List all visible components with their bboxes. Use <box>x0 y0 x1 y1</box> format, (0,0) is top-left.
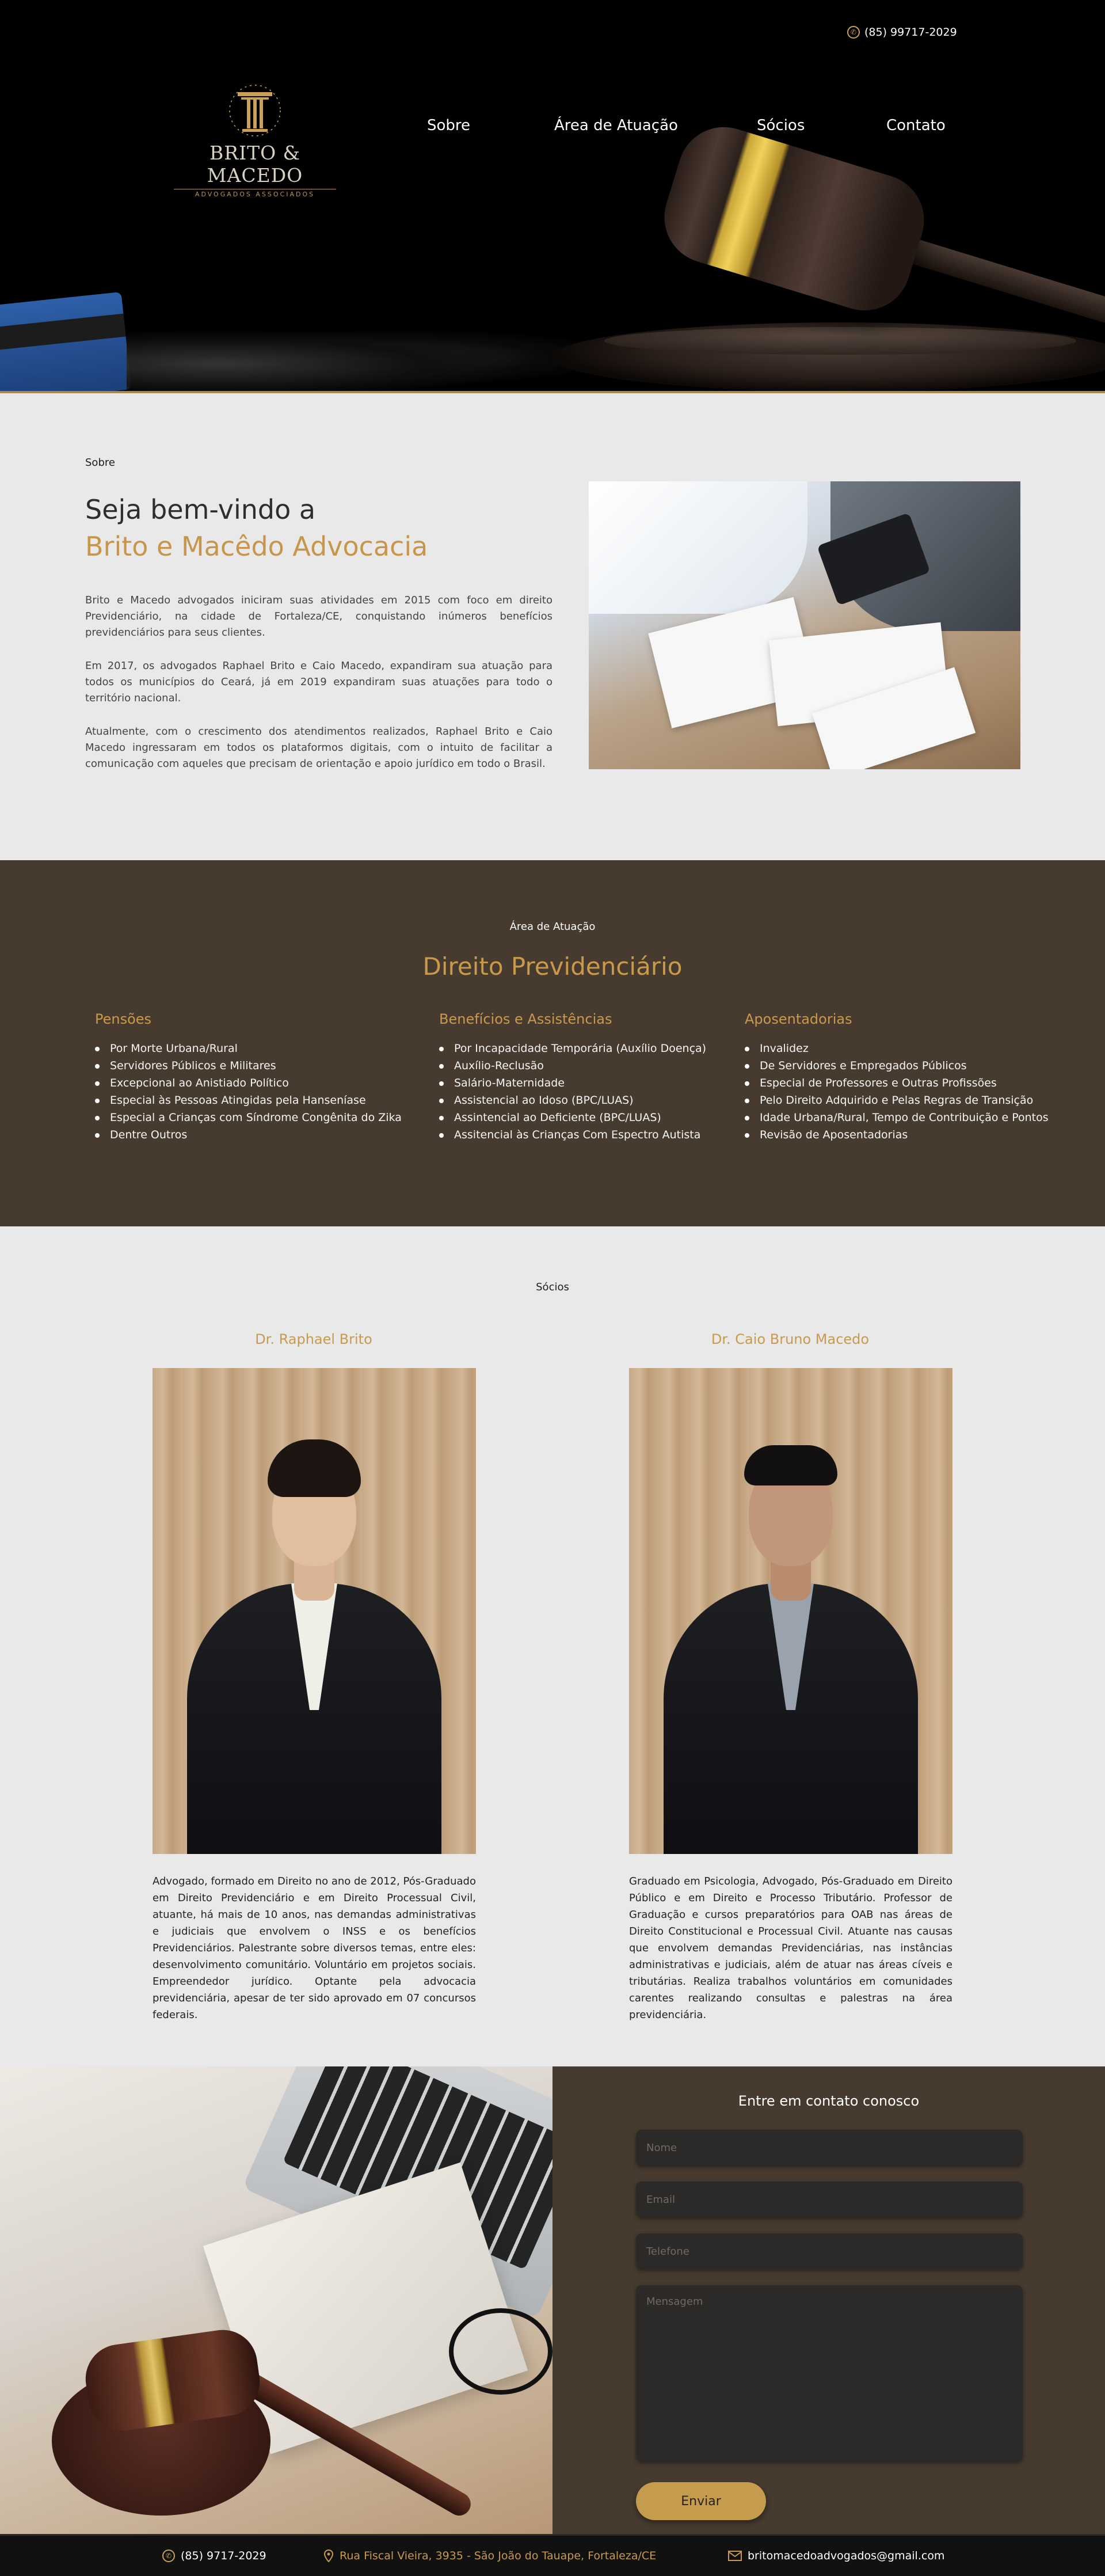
area-column-pensoes: Pensões Por Morte Urbana/Rural Servidore… <box>95 1011 402 1143</box>
footer-email[interactable]: britomacedoadvogados@gmail.com <box>728 2550 944 2562</box>
hero-header: ✆ (85) 99717-2029 BRITO & MACEDO ADVOGAD… <box>0 0 1105 393</box>
area-column-title: Pensões <box>95 1011 152 1027</box>
footer-phone[interactable]: ✆ (85) 9717-2029 <box>162 2550 266 2562</box>
about-title: Seja bem-vindo a Brito e Macêdo Advocaci… <box>85 491 428 565</box>
footer-address[interactable]: Rua Fiscal Vieira, 3935 - São João do Ta… <box>323 2550 656 2562</box>
list-item: Servidores Públicos e Militares <box>95 1057 402 1074</box>
email-input[interactable] <box>636 2182 1023 2217</box>
about-title-line1: Seja bem-vindo a <box>85 494 316 525</box>
nav-sobre[interactable]: Sobre <box>427 117 470 134</box>
list-item: Por Morte Urbana/Rural <box>95 1040 402 1057</box>
about-section: Sobre Seja bem-vindo a Brito e Macêdo Ad… <box>0 393 1105 860</box>
footer-address-text: Rua Fiscal Vieira, 3935 - São João do Ta… <box>340 2550 657 2562</box>
contact-form: Entre em contato conosco Enviar <box>552 2066 1105 2534</box>
map-pin-icon <box>323 2550 334 2562</box>
list-item: Por Incapacidade Temporária (Auxílio Doe… <box>439 1040 706 1057</box>
phone-icon: ✆ <box>162 2550 175 2562</box>
list-item: De Servidores e Empregados Públicos <box>745 1057 1049 1074</box>
desk-gavel-photo <box>0 2066 552 2534</box>
gavel-image <box>653 115 936 322</box>
footer-email-text: britomacedoadvogados@gmail.com <box>748 2550 945 2562</box>
list-item: Especial a Crianças com Síndrome Congêni… <box>95 1109 402 1126</box>
about-title-line2: Brito e Macêdo Advocacia <box>85 531 428 562</box>
contact-section: Entre em contato conosco Enviar <box>0 2066 1105 2534</box>
about-paragraph: Brito e Macedo advogados iniciram suas a… <box>85 594 552 639</box>
message-textarea[interactable] <box>636 2285 1023 2461</box>
areas-title: Direito Previdenciário <box>422 952 683 981</box>
nav-contato[interactable]: Contato <box>886 117 946 134</box>
meeting-photo <box>589 481 1020 769</box>
area-column-aposentadorias: Aposentadorias Invalidez De Servidores e… <box>745 1011 1049 1143</box>
list-item: Salário-Maternidade <box>439 1074 706 1092</box>
partner-name-caio: Dr. Caio Bruno Macedo <box>711 1331 870 1347</box>
list-item: Especial de Professores e Outras Profiss… <box>745 1074 1049 1092</box>
name-input[interactable] <box>636 2130 1023 2165</box>
partner-bio-raphael: Advogado, formado em Direito no ano de 2… <box>153 1875 476 2021</box>
list-item: Dentre Outros <box>95 1126 402 1143</box>
header-phone-number: (85) 99717-2029 <box>864 26 957 39</box>
phone-input[interactable] <box>636 2233 1023 2269</box>
phone-icon: ✆ <box>847 26 860 39</box>
portrait-caio <box>629 1368 952 1854</box>
send-button[interactable]: Enviar <box>636 2482 766 2520</box>
list-item: Auxílio-Reclusão <box>439 1057 706 1074</box>
about-paragraph: Atualmente, com o crescimento dos atendi… <box>85 725 552 770</box>
blue-book-image <box>0 291 132 391</box>
nav-area-de-atuacao[interactable]: Área de Atuação <box>554 117 678 134</box>
area-column-beneficios: Benefícios e Assistências Por Incapacida… <box>439 1011 706 1143</box>
header-phone[interactable]: ✆ (85) 99717-2029 <box>847 26 957 39</box>
partners-section: Sócios Dr. Raphael Brito Advogado, forma… <box>0 1226 1105 2066</box>
about-eyebrow: Sobre <box>85 457 115 469</box>
main-nav: Sobre Área de Atuação Sócios Contato <box>0 117 1105 138</box>
area-column-title: Aposentadorias <box>745 1011 852 1027</box>
brand-subtitle: ADVOGADOS ASSOCIADOS <box>195 191 315 198</box>
areas-eyebrow: Área de Atuação <box>509 921 596 933</box>
gavel-base-image <box>552 322 1105 391</box>
list-item: Pelo Direito Adquirido e Pelas Regras de… <box>745 1092 1049 1109</box>
list-item: Assintencial ao Deficiente (BPC/LUAS) <box>439 1109 706 1126</box>
list-item: Assitencial às Crianças Com Espectro Aut… <box>439 1126 706 1143</box>
contact-title: Entre em contato conosco <box>738 2093 920 2109</box>
list-item: Revisão de Aposentadorias <box>745 1126 1049 1143</box>
nav-socios[interactable]: Sócios <box>757 117 805 134</box>
list-item: Especial às Pessoas Atingidas pela Hanse… <box>95 1092 402 1109</box>
practice-areas-section: Área de Atuação Direito Previdenciário P… <box>0 860 1105 1226</box>
list-item: Idade Urbana/Rural, Tempo de Contribuiçã… <box>745 1109 1049 1126</box>
partner-bio-caio: Graduado em Psicologia, Advogado, Pós-Gr… <box>629 1875 952 2021</box>
brand-name: BRITO & MACEDO <box>207 142 303 187</box>
list-item: Invalidez <box>745 1040 1049 1057</box>
footer: ✆ (85) 9717-2029 Rua Fiscal Vieira, 3935… <box>0 2534 1105 2576</box>
envelope-icon <box>728 2551 742 2561</box>
about-paragraph: Em 2017, os advogados Raphael Brito e Ca… <box>85 660 552 704</box>
footer-phone-number: (85) 9717-2029 <box>181 2550 266 2562</box>
area-column-title: Benefícios e Assistências <box>439 1011 612 1027</box>
partners-eyebrow: Sócios <box>536 1281 569 1293</box>
portrait-raphael <box>153 1368 476 1854</box>
partner-name-raphael: Dr. Raphael Brito <box>255 1331 372 1347</box>
list-item: Assistencial ao Idoso (BPC/LUAS) <box>439 1092 706 1109</box>
list-item: Excepcional ao Anistiado Político <box>95 1074 402 1092</box>
